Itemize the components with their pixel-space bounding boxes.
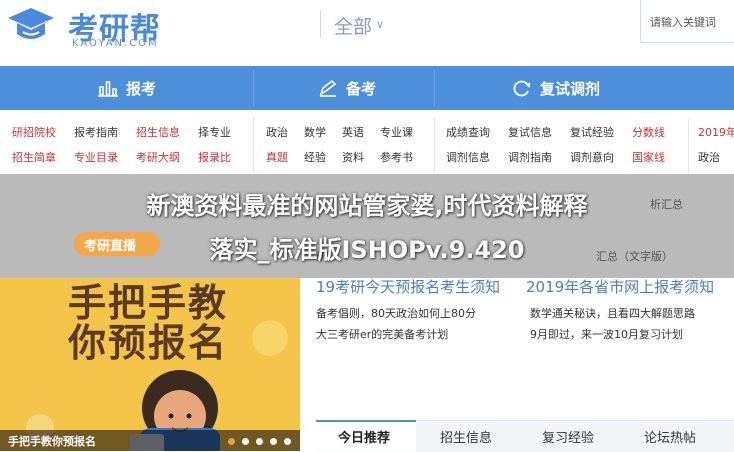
column-separator (688, 118, 689, 174)
link-zhuanye-mulu[interactable]: 专业目录 (74, 149, 118, 165)
link-chengji-chaxun[interactable]: 成绩查询 (446, 124, 490, 140)
link-kaoyan-dagang[interactable]: 考研大纲 (136, 149, 180, 165)
link-zhengzhi-2[interactable]: 政治 (698, 149, 720, 165)
link-guojiaxian[interactable]: 国家线 (632, 149, 665, 165)
tab-review[interactable]: 复习经验 (542, 427, 594, 446)
logo-subtitle: KAOYAN.COM (72, 38, 159, 49)
nav-tab-fushi[interactable]: 复试调剂 (512, 66, 600, 110)
news-headline-right[interactable]: 2019年各省市网上报考须知 (526, 276, 714, 297)
link-cankaoshu[interactable]: 参考书 (380, 149, 413, 165)
link-tiaoji-xinxi[interactable]: 调剂信息 (446, 149, 490, 165)
link-baokao-zhinan[interactable]: 报考指南 (74, 124, 118, 140)
carousel-dot[interactable] (242, 438, 249, 445)
tab-admissions[interactable]: 招生信息 (440, 427, 492, 446)
carousel-dot[interactable] (256, 438, 263, 445)
link-yanzhao-yuanxiao[interactable]: 研招院校 (12, 124, 56, 140)
nav-separator (434, 70, 435, 106)
banner-headline-2: 你预报名 (68, 321, 229, 365)
news-item[interactable]: 备考倡则，80天政治如何上80分 (316, 305, 476, 321)
column-separator (253, 118, 254, 174)
column-separator (434, 118, 435, 174)
nav-tab-label: 备考 (346, 79, 377, 98)
link-zhuanyeke[interactable]: 专业课 (380, 124, 413, 140)
link-zhenti[interactable]: 真题 (266, 149, 288, 165)
link-zhaosheng-xinxi[interactable]: 招生信息 (136, 124, 180, 140)
link-tiaoji-yixiang[interactable]: 调剂意向 (570, 149, 614, 165)
link-yingyu[interactable]: 英语 (342, 124, 364, 140)
banner-caption[interactable]: 手把手教你预报名 (8, 433, 96, 449)
overlay-title-line2: 落实_标准版ISHOPv.9.420 (209, 236, 525, 264)
header-divider (320, 10, 321, 38)
link-ziliao[interactable]: 资料 (342, 149, 364, 165)
link-shuxue[interactable]: 数学 (304, 124, 326, 140)
carousel-dot[interactable] (270, 438, 277, 445)
link-fushi-jingyan[interactable]: 复试经验 (570, 124, 614, 140)
carousel-dot[interactable] (284, 438, 291, 445)
search-input[interactable]: 请输入关键词 (650, 14, 730, 30)
news-item[interactable]: 9月即过，来一波10月复习计划 (530, 326, 683, 342)
link-fushi-xinxi[interactable]: 复试信息 (508, 124, 552, 140)
link-tiaoji-zhinan[interactable]: 调剂指南 (508, 149, 552, 165)
tab-today[interactable]: 今日推荐 (338, 427, 390, 446)
nav-tab-baokao[interactable]: 报考 (98, 66, 156, 110)
link-fenshuxian[interactable]: 分数线 (632, 124, 665, 140)
overlay-title-line1: 新澳资料最准的网站管家婆,时代资料解释 (146, 192, 588, 220)
bar-chart-icon (98, 81, 118, 97)
link-jingyan[interactable]: 经验 (304, 149, 326, 165)
nav-tab-label: 报考 (126, 79, 157, 98)
category-select[interactable]: 全部 (334, 12, 372, 39)
link-zhengzhi[interactable]: 政治 (266, 124, 288, 140)
refresh-icon (513, 80, 530, 97)
link-ze-zhuanye[interactable]: 择专业 (198, 124, 231, 140)
news-item[interactable]: 数学通关秘诀，且看四大解题思路 (530, 305, 695, 321)
pencil-icon (319, 79, 337, 97)
news-headline-left[interactable]: 19考研今天预报名考生须知 (316, 276, 500, 297)
link-baolubi[interactable]: 报录比 (198, 149, 231, 165)
nav-tab-beikao[interactable]: 备考 (318, 66, 376, 110)
carousel-dot[interactable] (228, 438, 235, 445)
graduation-cap-logo-icon[interactable] (6, 6, 56, 46)
nav-tab-label: 复试调剂 (540, 79, 601, 98)
tab-forum[interactable]: 论坛热帖 (644, 427, 696, 446)
link-2019[interactable]: 2019年 (698, 124, 734, 140)
nav-separator (253, 70, 254, 106)
link-zhaosheng-jianzhang[interactable]: 招生简章 (12, 149, 56, 165)
news-item[interactable]: 大三考研er的完美备考计划 (316, 326, 448, 342)
chevron-down-icon[interactable]: ∨ (376, 18, 384, 31)
